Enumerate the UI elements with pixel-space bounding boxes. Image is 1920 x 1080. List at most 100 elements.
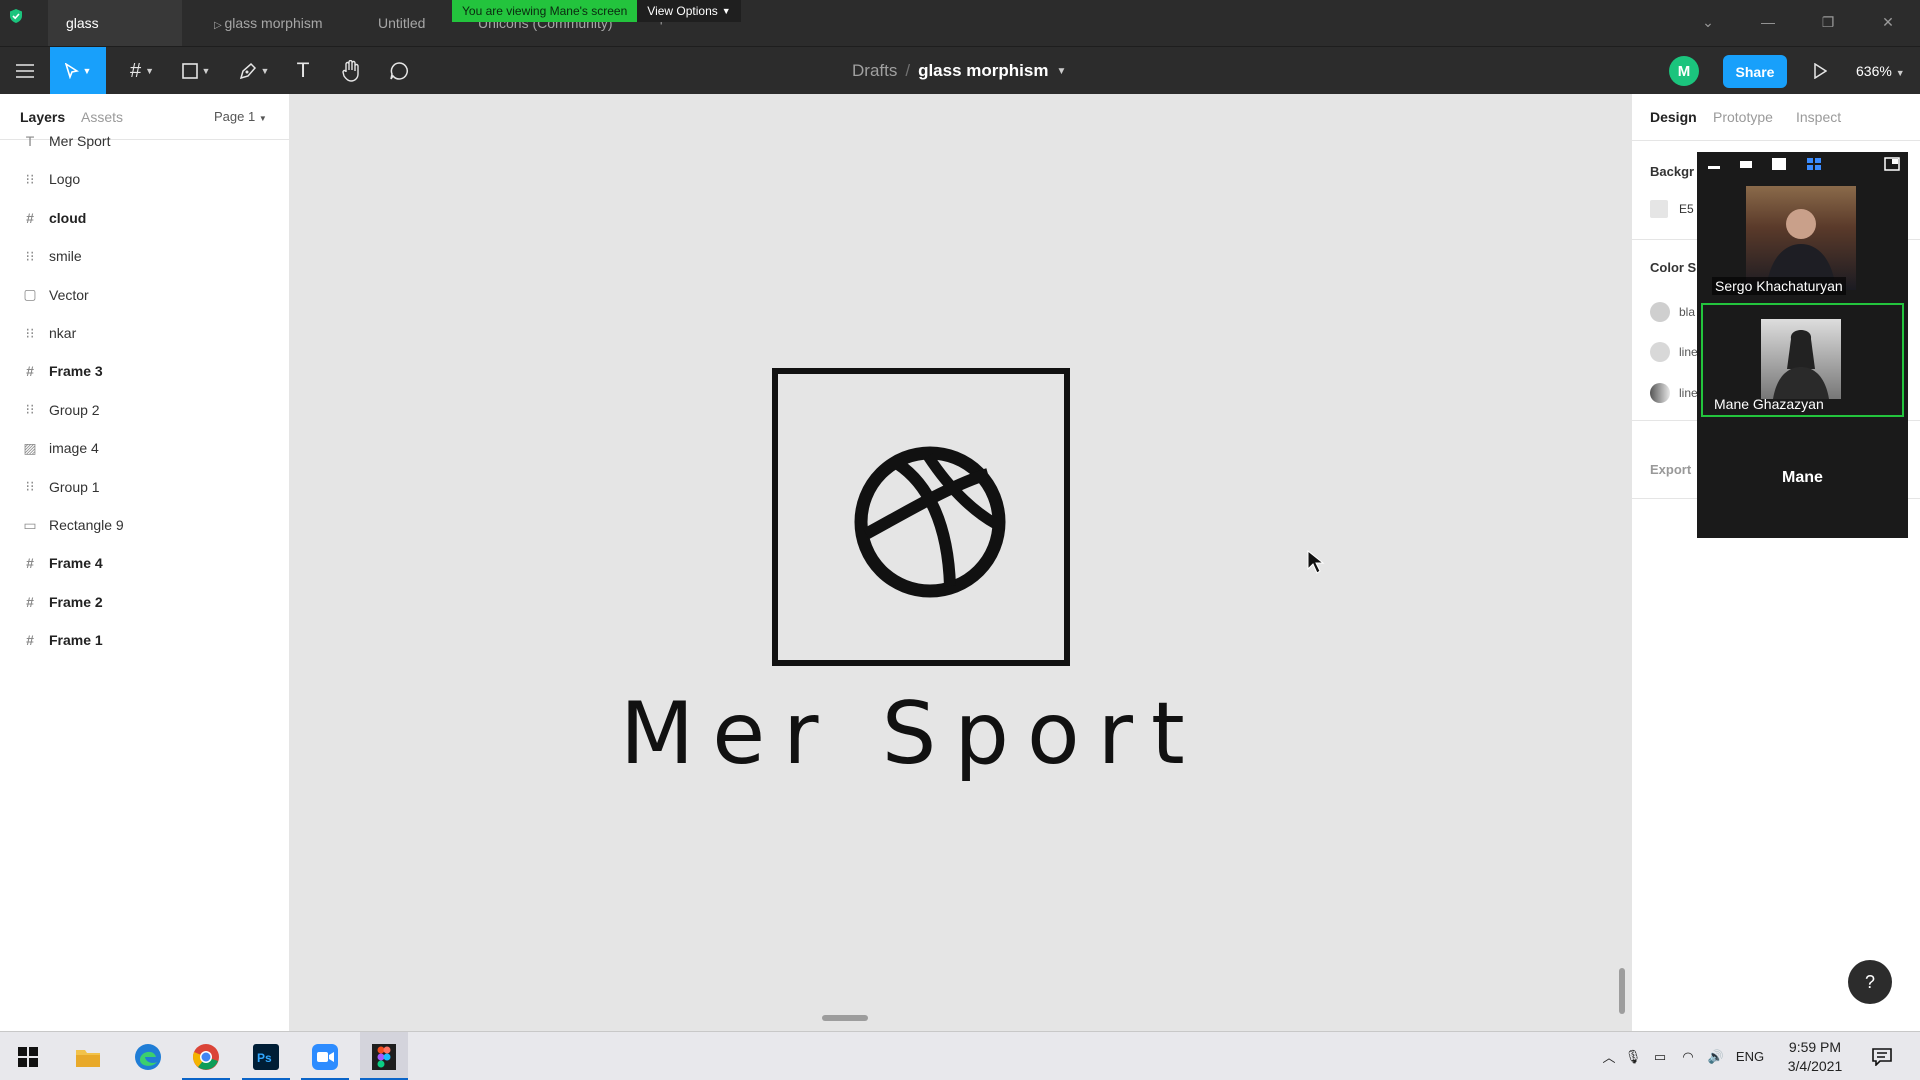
- comment-icon: [390, 62, 408, 80]
- shield-icon: [10, 9, 22, 23]
- color-style-swatch[interactable]: [1650, 302, 1670, 322]
- tab-glass-morphism-active[interactable]: glass morphism: [48, 0, 182, 77]
- background-swatch[interactable]: [1650, 200, 1668, 218]
- text-icon: T: [296, 59, 310, 82]
- present-button[interactable]: [1808, 47, 1832, 95]
- chevron-up-icon[interactable]: ︿: [1598, 1047, 1620, 1066]
- pen-tool[interactable]: ▼: [234, 47, 274, 95]
- language-indicator[interactable]: ENG: [1730, 1049, 1770, 1064]
- minimize-video-icon[interactable]: [1705, 157, 1723, 171]
- title-bar: glass morphism ▷ glass morphism Untitled…: [0, 0, 1920, 77]
- minimize-icon[interactable]: —: [1758, 12, 1778, 32]
- clock[interactable]: 9:59 PM 3/4/2021: [1778, 1038, 1852, 1076]
- zoom-level: 636%: [1856, 63, 1892, 79]
- canvas[interactable]: Mer Sport: [290, 94, 1631, 1031]
- layer-row[interactable]: ⁝⁝ Group 2: [0, 391, 290, 429]
- close-icon[interactable]: ✕: [1878, 12, 1898, 32]
- layer-row[interactable]: # Frame 2: [0, 583, 290, 621]
- restore-icon[interactable]: ❐: [1818, 12, 1838, 32]
- chrome-button[interactable]: [182, 1032, 230, 1080]
- share-button[interactable]: Share: [1723, 55, 1787, 88]
- layer-name: Rectangle 9: [49, 517, 124, 533]
- zoom-control[interactable]: 636% ▼: [1856, 47, 1905, 95]
- photoshop-button[interactable]: Ps: [242, 1032, 290, 1080]
- layer-row[interactable]: ⁝⁝ smile: [0, 237, 290, 275]
- participant-video-sergo[interactable]: [1746, 186, 1856, 290]
- frame-tool[interactable]: # ▼: [122, 47, 162, 95]
- layer-row[interactable]: ⁝⁝ Group 1: [0, 468, 290, 506]
- microphone-icon[interactable]: 🎙: [1620, 1049, 1646, 1065]
- layer-row[interactable]: ⁝⁝ nkar: [0, 314, 290, 352]
- basketball-icon: [854, 446, 1006, 598]
- text-tool[interactable]: T: [290, 47, 316, 95]
- color-style-swatch[interactable]: [1650, 342, 1670, 362]
- self-name: Mane: [1782, 469, 1823, 486]
- chevron-down-icon: ▼: [82, 66, 92, 76]
- active-speaker-frame[interactable]: Mane Ghazazyan: [1701, 303, 1904, 417]
- tab-glass-morphism-prototype[interactable]: ▷ glass morphism: [196, 0, 341, 46]
- logo-frame[interactable]: [772, 368, 1070, 666]
- shape-tool[interactable]: ▼: [176, 47, 216, 95]
- layer-name: Frame 4: [49, 555, 103, 572]
- screenshare-notice: You are viewing Mane's screen: [452, 0, 638, 22]
- start-button[interactable]: [4, 1032, 52, 1080]
- gallery-view-icon[interactable]: [1805, 157, 1823, 171]
- figma-button[interactable]: [360, 1032, 408, 1080]
- layer-name: Frame 1: [49, 632, 103, 649]
- layer-row[interactable]: # Frame 3: [0, 352, 290, 390]
- thumbnail-view-icon[interactable]: [1737, 157, 1755, 171]
- layer-row[interactable]: # Frame 4: [0, 544, 290, 582]
- layer-row[interactable]: # Frame 1: [0, 621, 290, 659]
- background-value[interactable]: E5: [1679, 202, 1694, 216]
- battery-icon[interactable]: ▭: [1646, 1049, 1674, 1065]
- logo-text[interactable]: Mer Sport: [620, 684, 1220, 784]
- layer-row[interactable]: T Mer Sport: [0, 122, 290, 160]
- move-tool[interactable]: ▼: [50, 47, 106, 95]
- participant-silhouette: [1773, 330, 1829, 399]
- divider: [1632, 140, 1920, 141]
- frame-icon: #: [26, 555, 34, 572]
- play-icon: [1814, 63, 1827, 79]
- color-style-swatch[interactable]: [1650, 383, 1670, 403]
- layer-name: Frame 2: [49, 593, 103, 610]
- cursor-icon: [64, 63, 79, 79]
- layer-row[interactable]: ⁝⁝ Logo: [0, 160, 290, 198]
- layer-row[interactable]: ▢ Vector: [0, 276, 290, 314]
- wifi-icon[interactable]: ◠: [1674, 1049, 1702, 1065]
- comment-tool[interactable]: [386, 47, 412, 95]
- edge-icon: [135, 1043, 161, 1070]
- layer-row[interactable]: ▭ Rectangle 9: [0, 506, 290, 544]
- self-video-tile[interactable]: Mane: [1697, 418, 1908, 538]
- breadcrumb-drafts[interactable]: Drafts: [852, 61, 897, 81]
- color-style-label[interactable]: line: [1679, 345, 1698, 359]
- zoom-button[interactable]: [301, 1032, 349, 1080]
- popout-icon[interactable]: [1883, 157, 1901, 171]
- volume-icon[interactable]: 🔊: [1702, 1049, 1730, 1065]
- vertical-scrollbar[interactable]: [1619, 968, 1625, 1014]
- horizontal-scrollbar[interactable]: [822, 1015, 868, 1021]
- tab-untitled[interactable]: Untitled: [360, 0, 443, 46]
- tab-design[interactable]: Design: [1650, 109, 1697, 125]
- layers-panel: Layers Assets Page 1 ▼ T Mer Sport ⁝⁝ Logo #…: [0, 94, 290, 1031]
- layer-row[interactable]: # cloud: [0, 199, 290, 237]
- hand-tool[interactable]: [338, 47, 364, 95]
- chevron-down-icon[interactable]: ▼: [1056, 66, 1066, 77]
- chevron-down-icon[interactable]: ⌄: [1698, 12, 1718, 32]
- avatar[interactable]: M: [1669, 56, 1699, 86]
- layer-name: Logo: [49, 171, 81, 188]
- chevron-down-icon: ▼: [721, 6, 731, 16]
- edge-button[interactable]: [124, 1032, 172, 1080]
- color-style-label[interactable]: line: [1679, 386, 1698, 400]
- tab-inspect[interactable]: Inspect: [1796, 109, 1841, 125]
- help-button[interactable]: ?: [1848, 960, 1892, 1004]
- speaker-view-icon[interactable]: [1770, 157, 1788, 171]
- color-style-label[interactable]: bla: [1679, 305, 1695, 319]
- menu-icon[interactable]: [12, 47, 38, 95]
- notifications-button[interactable]: [1858, 1032, 1906, 1080]
- file-explorer-button[interactable]: [64, 1032, 112, 1080]
- file-name[interactable]: glass morphism: [918, 61, 1048, 81]
- tab-prototype[interactable]: Prototype: [1713, 109, 1773, 125]
- layer-row[interactable]: ▨ image 4: [0, 429, 290, 467]
- layer-name: Vector: [49, 286, 89, 303]
- view-options-button[interactable]: View Options ▼: [637, 0, 741, 22]
